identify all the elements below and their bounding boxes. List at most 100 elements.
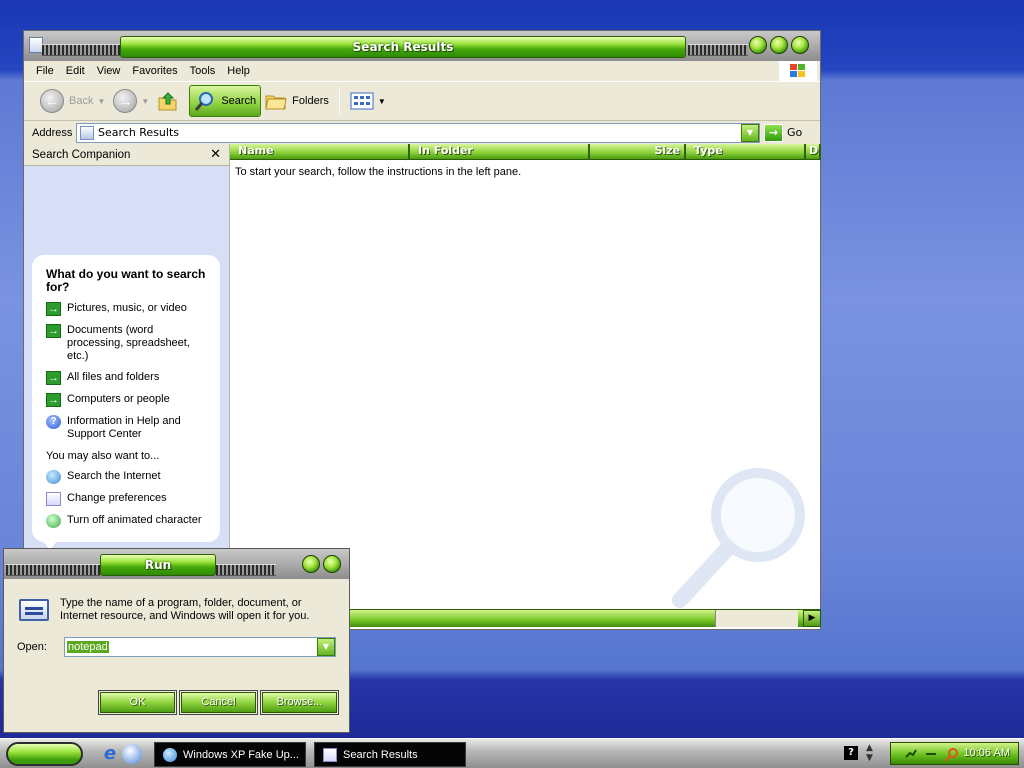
column-header-name[interactable]: Name <box>230 144 410 160</box>
also-option-label: Turn off animated character <box>67 514 202 526</box>
close-button[interactable] <box>791 36 809 54</box>
also-option-label: Search the Internet <box>67 470 161 482</box>
address-dropdown-button[interactable]: ▼ <box>741 123 759 142</box>
menu-bar: File Edit View Favorites Tools Help <box>24 61 820 81</box>
open-input-value: notepad <box>67 641 109 653</box>
toolbar-separator <box>338 87 340 115</box>
run-dialog: Run Type the name of a program, folder, … <box>3 548 350 733</box>
run-program-icon <box>19 599 49 621</box>
search-option-documents[interactable]: → Documents (word processing, spreadshee… <box>46 324 220 363</box>
forward-dropdown-icon[interactable]: ▼ <box>141 97 149 106</box>
views-dropdown-icon: ▼ <box>377 96 386 106</box>
change-preferences-link[interactable]: Change preferences <box>46 492 220 506</box>
help-button[interactable] <box>302 555 320 573</box>
column-header-size[interactable]: Size <box>590 144 686 160</box>
globe-search-icon <box>46 470 61 484</box>
explorer-titlebar[interactable]: Search Results <box>24 31 820 61</box>
folders-label: Folders <box>292 95 329 107</box>
menu-view[interactable]: View <box>91 65 127 77</box>
scroll-right-arrow-icon[interactable]: ▶ <box>803 610 821 627</box>
search-options-card: What do you want to search for? → Pictur… <box>32 255 220 542</box>
back-button[interactable]: ← Back ▼ <box>36 85 109 117</box>
column-header-date[interactable]: D <box>806 144 821 160</box>
back-dropdown-icon[interactable]: ▼ <box>97 97 105 106</box>
search-internet-link[interactable]: Search the Internet <box>46 470 220 484</box>
titlebar-grille-right <box>216 564 276 576</box>
browse-button[interactable]: Browse... <box>260 690 339 715</box>
search-option-all-files[interactable]: → All files and folders <box>46 371 220 385</box>
folders-icon <box>265 95 287 110</box>
taskbar-item-search-results[interactable]: Search Results <box>314 742 466 767</box>
network-tray-icon[interactable] <box>905 748 917 760</box>
views-button[interactable]: ▼ <box>346 85 390 117</box>
close-button[interactable] <box>323 555 341 573</box>
taskbar-item-label: Search Results <box>343 748 418 761</box>
green-arrow-icon: → <box>46 393 61 407</box>
menu-favorites[interactable]: Favorites <box>126 65 183 77</box>
run-description: Type the name of a program, folder, docu… <box>60 597 310 622</box>
address-value: Search Results <box>98 126 180 139</box>
menu-edit[interactable]: Edit <box>60 65 91 77</box>
search-folder-icon[interactable] <box>29 37 43 53</box>
scrollbar-track[interactable] <box>715 610 798 627</box>
search-option-label: Computers or people <box>67 393 170 405</box>
volume-tray-icon[interactable] <box>925 748 937 760</box>
menu-tools[interactable]: Tools <box>184 65 222 77</box>
go-label: Go <box>787 126 803 139</box>
windows-logo-icon <box>779 61 817 81</box>
clock[interactable]: 10:06 AM <box>964 747 1010 759</box>
menu-file[interactable]: File <box>30 65 60 77</box>
green-arrow-icon: → <box>46 302 61 316</box>
titlebar-grille-left <box>42 44 120 56</box>
help-icon: ? <box>46 415 61 429</box>
search-icon <box>195 92 214 111</box>
address-label: Address <box>32 126 73 139</box>
green-arrow-icon: → <box>46 324 61 338</box>
search-option-media[interactable]: → Pictures, music, or video <box>46 302 220 316</box>
maximize-button[interactable] <box>770 36 788 54</box>
open-dropdown-button[interactable]: ▼ <box>317 638 335 656</box>
turn-off-character-link[interactable]: Turn off animated character <box>46 514 220 528</box>
ok-button[interactable]: OK <box>98 690 177 715</box>
search-option-help[interactable]: ? Information in Help and Support Center <box>46 415 220 441</box>
search-tray-icon[interactable] <box>945 748 958 762</box>
folders-button[interactable]: Folders <box>261 85 333 117</box>
cancel-button[interactable]: Cancel <box>179 690 258 715</box>
start-button[interactable] <box>6 742 83 766</box>
column-header-in-folder[interactable]: In Folder <box>410 144 590 160</box>
forward-button[interactable]: → ▼ <box>109 85 153 117</box>
run-titlebar[interactable]: Run <box>4 549 349 579</box>
internet-explorer-icon[interactable]: e <box>100 744 120 764</box>
open-label: Open: <box>17 641 47 653</box>
menu-help[interactable]: Help <box>221 65 256 77</box>
go-arrow-icon: → <box>764 123 783 142</box>
help-tray-icon[interactable]: ? <box>844 746 858 760</box>
titlebar-grille-right <box>688 44 748 56</box>
search-option-computers[interactable]: → Computers or people <box>46 393 220 407</box>
search-button[interactable]: Search <box>189 85 262 117</box>
run-title: Run <box>100 554 216 576</box>
taskbar-item-browser[interactable]: Windows XP Fake Up... <box>154 742 306 767</box>
search-companion-header: Search Companion ✕ <box>24 144 229 166</box>
minimize-button[interactable] <box>749 36 767 54</box>
window-title: Search Results <box>120 36 686 58</box>
up-folder-button[interactable] <box>153 85 183 117</box>
green-arrow-icon: → <box>46 371 61 385</box>
column-header-type[interactable]: Type <box>686 144 806 160</box>
address-bar: Address Search Results ▼ → Go <box>24 121 820 144</box>
search-option-label: Documents (word processing, spreadsheet,… <box>67 324 190 362</box>
browser-quicklaunch-icon[interactable] <box>122 744 142 764</box>
go-button[interactable]: → Go <box>764 123 803 142</box>
search-label: Search <box>221 95 257 107</box>
magnifier-watermark-icon <box>672 468 805 608</box>
tray-expand-icon[interactable]: ▲ ▼ <box>866 743 873 763</box>
open-input[interactable]: notepad ▼ <box>64 637 336 657</box>
search-folder-icon <box>323 747 337 762</box>
character-icon <box>46 514 61 528</box>
run-body: Type the name of a program, folder, docu… <box>4 579 349 732</box>
explorer-window: Search Results File Edit View Favorites … <box>23 30 821 630</box>
back-arrow-icon: ← <box>40 89 64 113</box>
search-option-label: All files and folders <box>67 371 160 383</box>
close-pane-icon[interactable]: ✕ <box>210 146 221 162</box>
address-field[interactable]: Search Results ▼ <box>76 122 760 143</box>
